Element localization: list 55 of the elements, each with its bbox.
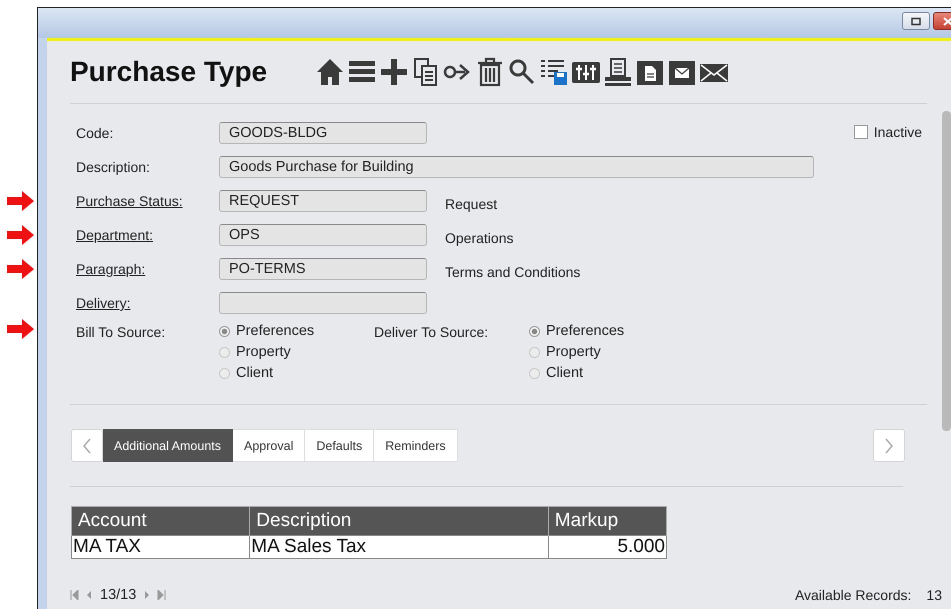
table-cell: MA TAX [72, 536, 250, 558]
field-link[interactable]: Paragraph: [76, 261, 219, 277]
radio-button[interactable] [219, 326, 230, 336]
tab[interactable]: Reminders [374, 429, 458, 462]
checkbox[interactable] [854, 125, 868, 139]
print-icon[interactable] [603, 56, 633, 88]
restore-button[interactable] [902, 12, 930, 30]
column-header: Description [250, 506, 548, 536]
column-header: Account [72, 506, 250, 536]
radio-label: Preferences [236, 323, 314, 339]
tab[interactable]: Approval [233, 429, 306, 462]
chevron-left-icon [82, 438, 92, 454]
radio-label: Client [236, 365, 274, 381]
field-description: Request [445, 196, 498, 212]
text-field[interactable]: GOODS-BLDG [219, 122, 427, 144]
tab[interactable]: Defaults [305, 429, 374, 462]
table-cell: 5.000 [548, 536, 666, 558]
field-label: Code: [76, 125, 114, 141]
radio-group-label: Deliver To Source: [374, 324, 490, 340]
delete-icon[interactable] [475, 56, 505, 88]
text-field[interactable]: PO-TERMS [219, 258, 427, 280]
field-description: Operations [445, 230, 514, 246]
field-link[interactable]: Department: [76, 227, 219, 243]
checkbox-label: Inactive [874, 124, 922, 140]
field-link[interactable]: Purchase Status: [76, 193, 219, 209]
page-title: Purchase Type [70, 56, 268, 88]
radio-label: Property [546, 344, 601, 360]
radio-button[interactable] [529, 368, 540, 378]
radio-label: Property [236, 344, 291, 360]
chevron-right-icon [884, 438, 894, 454]
records-label: Available Records: [794, 587, 912, 603]
tab[interactable]: Additional Amounts [103, 429, 234, 462]
radio-group-label: Bill To Source: [76, 324, 166, 340]
records-count: 13 [926, 587, 942, 603]
scrollbar[interactable] [942, 111, 951, 431]
radio-button[interactable] [219, 346, 230, 358]
field-link[interactable]: Delivery: [76, 295, 219, 311]
field-label: Description: [76, 159, 151, 175]
home-icon[interactable] [315, 56, 345, 88]
field-description: Terms and Conditions [445, 264, 580, 280]
radio-button[interactable] [529, 326, 540, 336]
table-cell: MA Sales Tax [250, 536, 548, 558]
text-field[interactable]: OPS [219, 224, 427, 246]
record-position: 13/13 [100, 587, 136, 603]
radio-label: Preferences [546, 323, 624, 339]
add-icon[interactable] [379, 56, 409, 88]
text-field[interactable] [219, 292, 427, 314]
radio-button[interactable] [529, 346, 540, 358]
text-field[interactable]: REQUEST [219, 190, 427, 212]
column-header: Markup [548, 506, 666, 536]
text-field[interactable]: Goods Purchase for Building [219, 156, 814, 178]
radio-label: Client [546, 365, 584, 381]
radio-button[interactable] [219, 368, 230, 378]
restore-icon [910, 16, 922, 26]
close-icon [943, 16, 951, 26]
